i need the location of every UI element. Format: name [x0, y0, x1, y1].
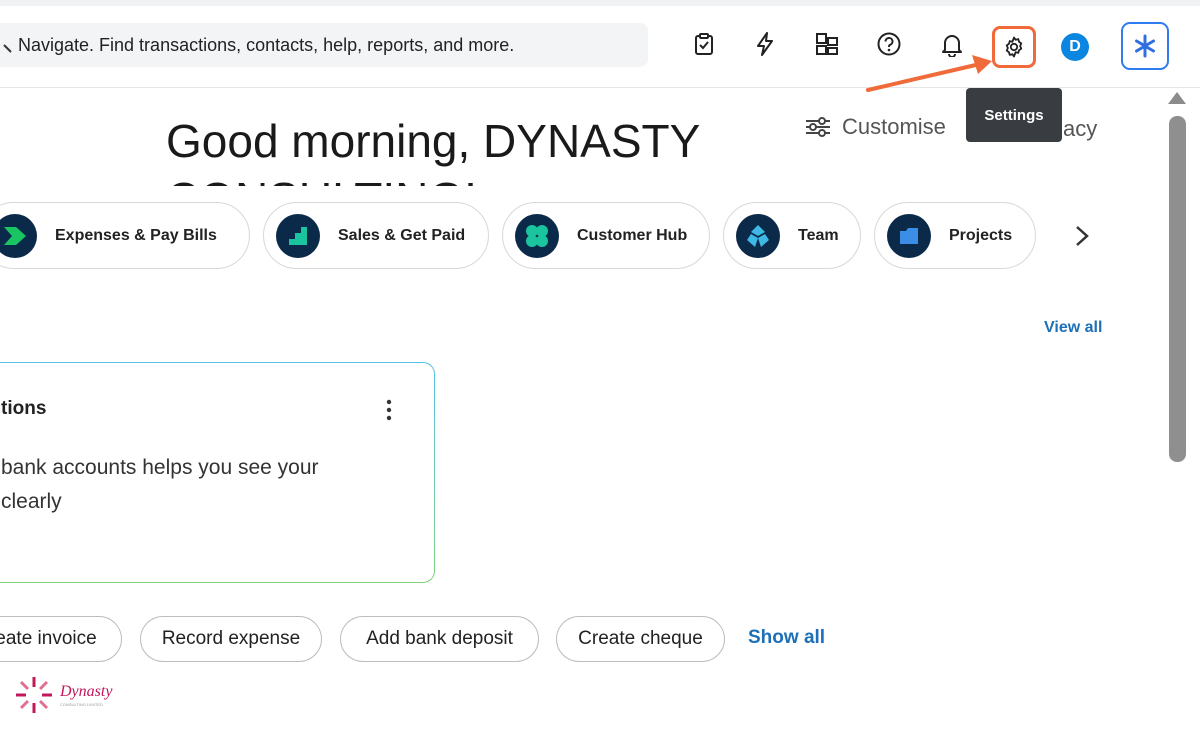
sales-icon — [276, 213, 320, 258]
avatar[interactable]: D — [1061, 33, 1089, 61]
show-all-link[interactable]: Show all — [748, 627, 825, 649]
app-label: Sales & Get Paid — [338, 226, 466, 244]
chevron-right-icon[interactable] — [1068, 220, 1096, 252]
app-label: Expenses & Pay Bills — [55, 226, 217, 244]
top-strip — [0, 0, 1200, 6]
app-projects[interactable]: Projects — [874, 202, 1036, 269]
projects-icon — [887, 213, 931, 258]
add-bank-deposit-button[interactable]: Add bank deposit — [340, 616, 539, 662]
create-invoice-button[interactable]: eate invoice — [0, 616, 122, 662]
customer-hub-icon — [515, 213, 559, 258]
record-expense-button[interactable]: Record expense — [140, 616, 322, 662]
card-body-line1: bank accounts helps you see your — [1, 456, 319, 479]
view-all-link[interactable]: View all — [1044, 319, 1102, 337]
scroll-up-arrow[interactable] — [1168, 92, 1186, 104]
app-sales[interactable]: Sales & Get Paid — [263, 202, 489, 269]
settings-tooltip: Settings — [966, 88, 1062, 142]
assistant-button[interactable] — [1121, 22, 1169, 70]
tasks-icon[interactable] — [690, 30, 718, 58]
gear-icon — [1005, 36, 1023, 58]
flash-icon[interactable] — [751, 30, 779, 58]
greeting-clip: Good morning, DYNASTY CONSULTING! — [166, 112, 766, 186]
card-inner: tions bank accounts helps you see your c… — [0, 363, 434, 582]
search-icon — [3, 44, 12, 53]
app-team[interactable]: Team — [723, 202, 861, 269]
customise-button[interactable]: Customise — [804, 114, 946, 140]
app-customer-hub[interactable]: Customer Hub — [502, 202, 710, 269]
sparkle-icon — [1135, 34, 1155, 58]
team-icon — [736, 213, 780, 258]
company-logo: Dynasty CONSULTING LIMITED — [14, 672, 124, 718]
app-label: Team — [798, 226, 839, 244]
expenses-icon — [0, 213, 37, 258]
app-label: Projects — [949, 226, 1013, 244]
page-title: Good morning, DYNASTY CONSULTING! — [166, 115, 700, 186]
create-cheque-button[interactable]: Create cheque — [556, 616, 725, 662]
sliders-icon — [806, 117, 830, 137]
privacy-toggle-label[interactable]: acy — [1063, 116, 1097, 142]
search-input[interactable]: Navigate. Find transactions, contacts, h… — [18, 35, 514, 56]
card-title: tions — [1, 398, 47, 419]
scrollbar-thumb[interactable] — [1169, 116, 1186, 462]
app-expenses[interactable]: Expenses & Pay Bills — [0, 202, 250, 269]
card-body: bank accounts helps you see your clearly — [1, 451, 401, 519]
apps-icon[interactable] — [813, 30, 841, 58]
more-options-icon[interactable] — [381, 399, 397, 421]
search-bar[interactable]: Navigate. Find transactions, contacts, h… — [0, 23, 648, 67]
card-body-line2: clearly — [1, 490, 62, 513]
dynasty-logo-icon: Dynasty CONSULTING LIMITED — [16, 677, 113, 713]
app-label: Customer Hub — [577, 226, 688, 244]
svg-text:CONSULTING LIMITED: CONSULTING LIMITED — [60, 702, 103, 707]
customise-label: Customise — [842, 114, 946, 139]
svg-text:Dynasty: Dynasty — [59, 683, 113, 700]
top-bar: Navigate. Find transactions, contacts, h… — [0, 0, 1200, 88]
bank-connection-card: tions bank accounts helps you see your c… — [0, 362, 435, 583]
